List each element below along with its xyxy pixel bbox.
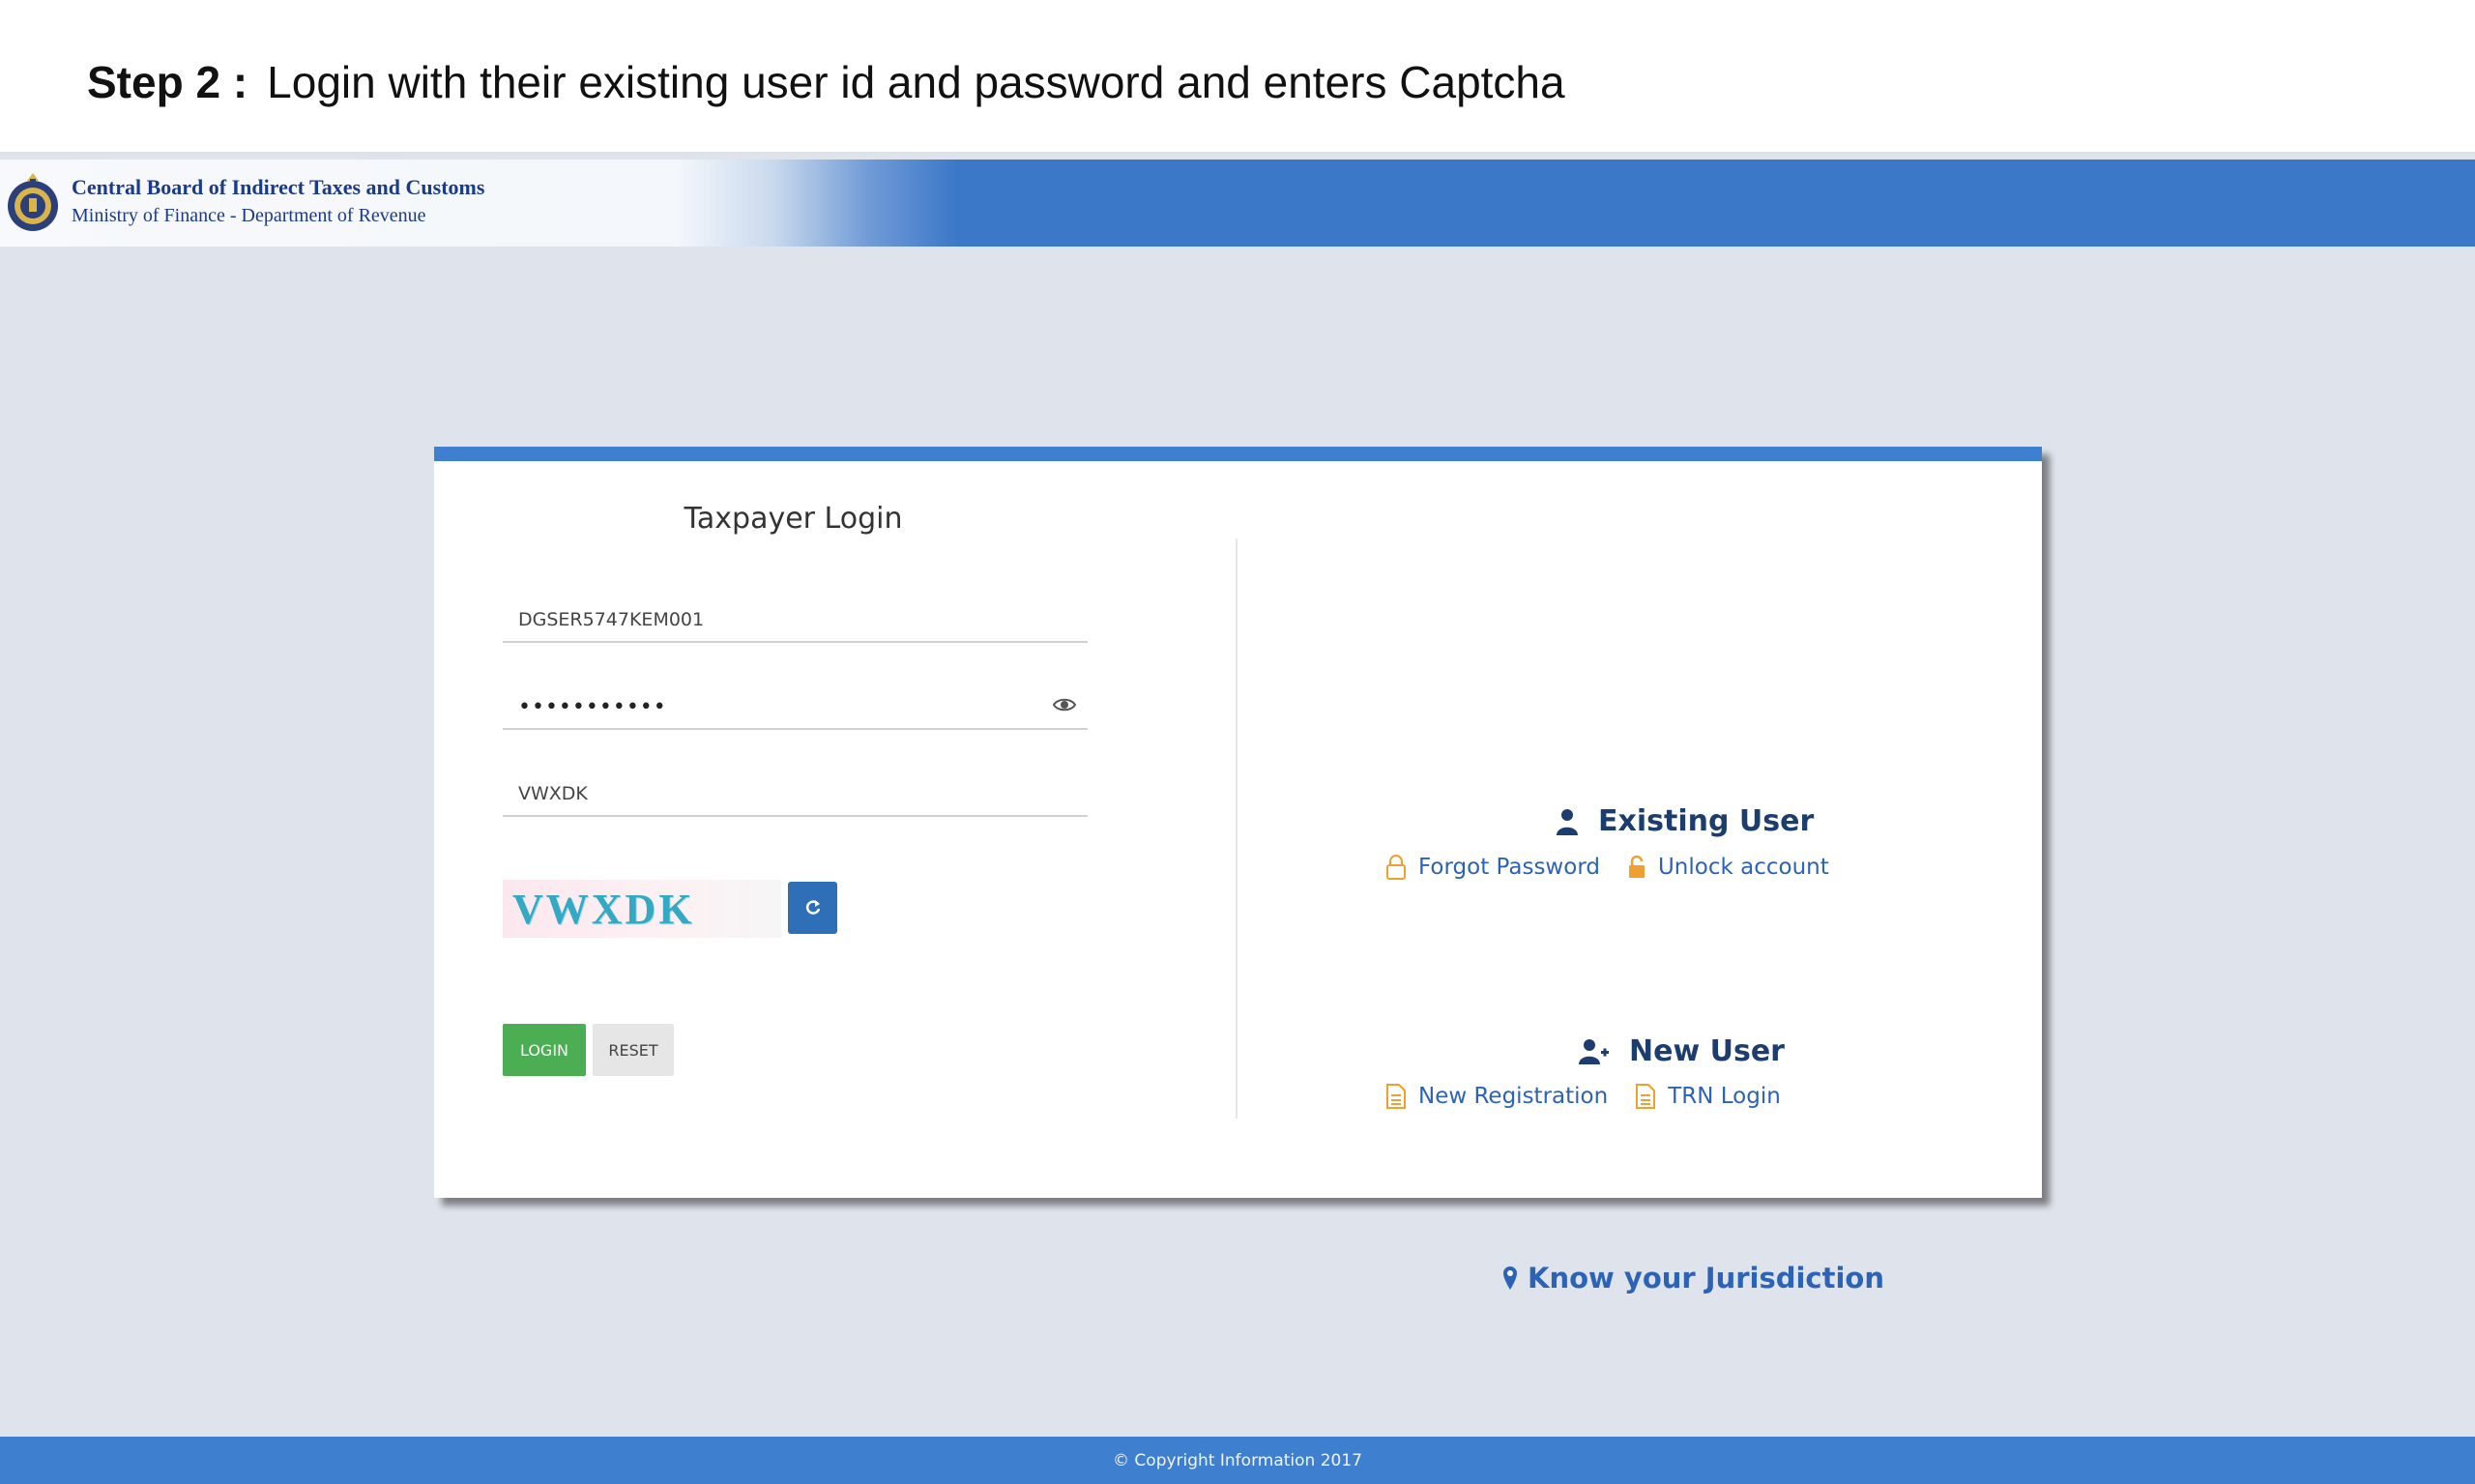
org-subtitle: Ministry of Finance - Department of Reve… [72,205,426,226]
forgot-password-label: Forgot Password [1418,855,1600,880]
step-description: Login with their existing user id and pa… [267,57,1565,107]
new-registration-label: New Registration [1418,1084,1609,1109]
copyright-text: © Copyright Information 2017 [1113,1450,1362,1470]
card-top-bar [434,447,2042,461]
existing-user-heading: Existing User [1556,804,1814,838]
login-title: Taxpayer Login [684,502,903,536]
existing-user-title: Existing User [1598,804,1815,838]
captcha-image: VWXDK [503,880,781,938]
reset-button[interactable]: RESET [593,1024,674,1076]
captcha-image-text: VWXDK [512,885,695,933]
new-registration-link[interactable]: New Registration [1385,1083,1608,1110]
forgot-password-link[interactable]: Forgot Password [1385,854,1600,881]
know-jurisdiction-link[interactable]: Know your Jurisdiction [1502,1262,1884,1295]
map-marker-icon [1503,1266,1517,1290]
document-icon [1636,1084,1656,1109]
captcha-field [503,771,1088,817]
slide-title: Step 2 : Login with their existing user … [87,48,1565,116]
site-header: Central Board of Indirect Taxes and Cust… [0,160,2475,247]
trn-login-link[interactable]: TRN Login [1635,1083,1781,1110]
user-id-input[interactable] [503,600,1044,639]
login-button[interactable]: LOGIN [503,1024,586,1076]
emblem-icon [8,173,58,231]
lock-icon [1386,855,1406,880]
add-user-icon [1579,1038,1609,1064]
org-name: Central Board of Indirect Taxes and Cust… [72,175,485,199]
user-id-field [503,597,1088,643]
vertical-divider [1236,538,1238,1119]
trn-login-label: TRN Login [1668,1084,1781,1109]
new-user-title: New User [1629,1034,1785,1068]
unlock-account-label: Unlock account [1657,855,1829,880]
password-input[interactable] [503,687,1044,726]
new-user-heading: New User [1579,1034,1785,1068]
site-footer: © Copyright Information 2017 [0,1437,2475,1484]
know-jurisdiction-label: Know your Jurisdiction [1528,1262,1884,1295]
browser-page: Central Board of Indirect Taxes and Cust… [0,152,2475,1484]
captcha-refresh-button[interactable] [788,882,837,934]
unlock-icon [1628,855,1645,878]
refresh-icon [805,900,820,915]
existing-user-links: Forgot Password Unlock account [1385,854,1829,881]
password-field [503,684,1088,730]
org-text: Central Board of Indirect Taxes and Cust… [72,173,484,229]
captcha-input[interactable] [503,774,1044,813]
login-card: Taxpayer Login VWXDK LOGIN RESET [434,447,2042,1295]
document-icon [1386,1084,1406,1109]
step-label: Step 2 : [87,57,248,107]
user-icon [1557,808,1578,835]
eye-icon[interactable] [1053,695,1076,714]
new-user-links: New Registration TRN Login [1385,1083,1781,1110]
unlock-account-link[interactable]: Unlock account [1627,855,1829,880]
